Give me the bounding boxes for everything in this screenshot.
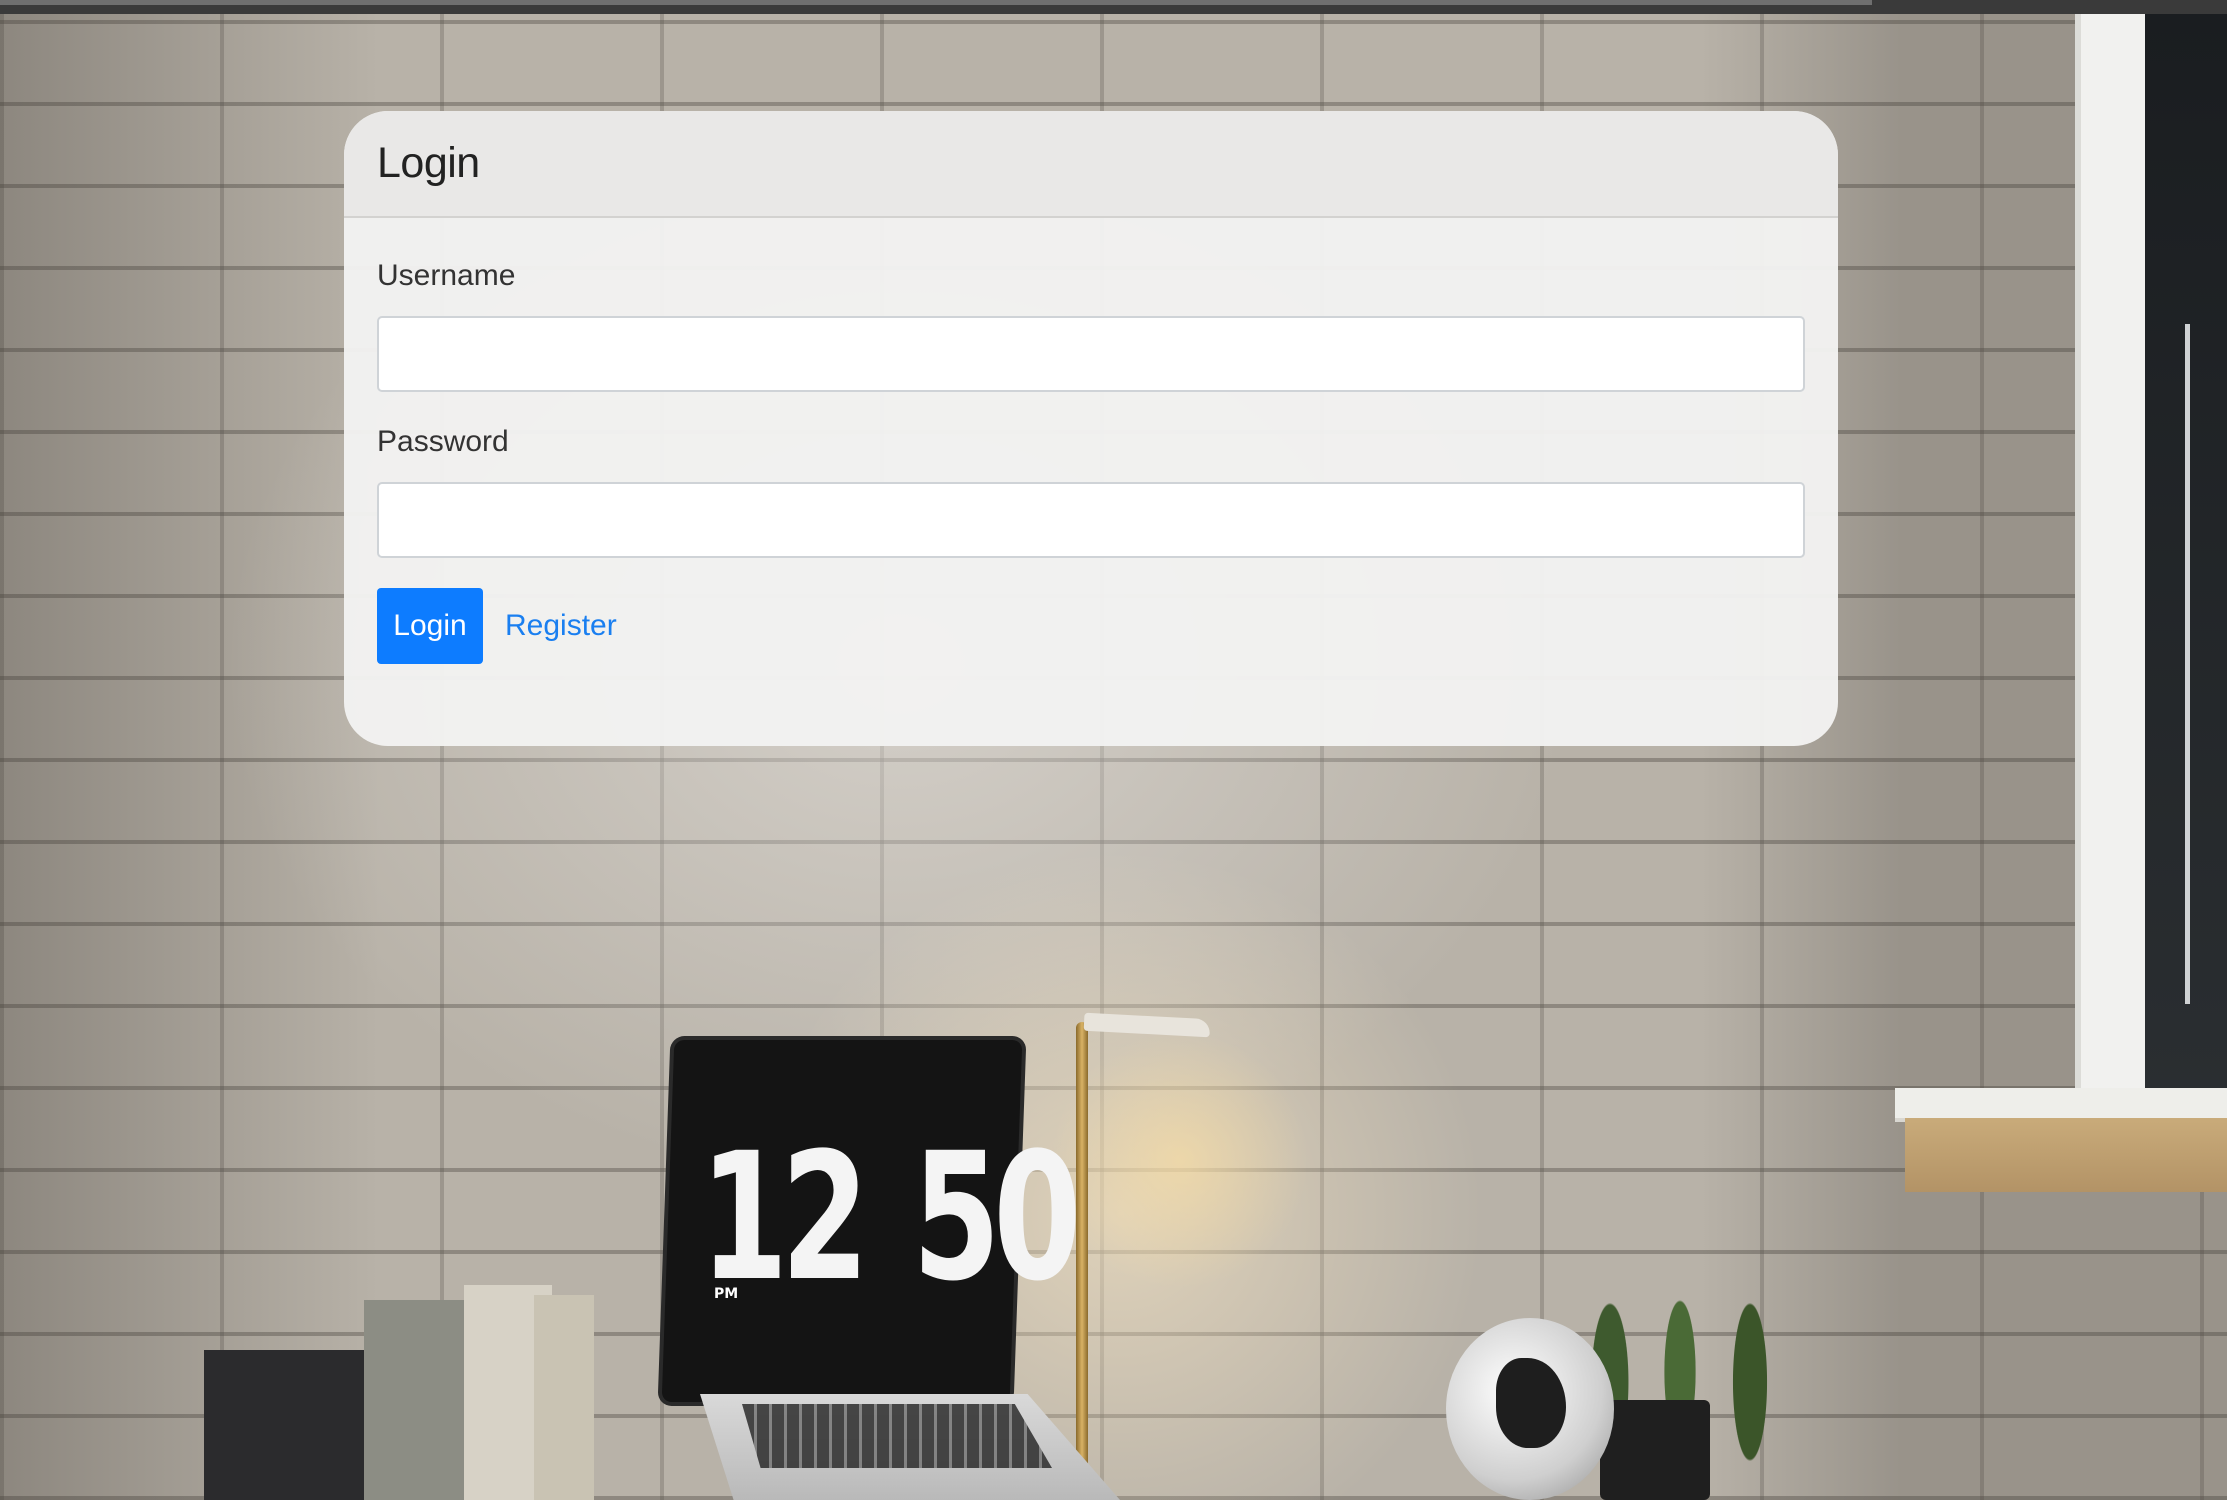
form-actions: Login Register	[377, 588, 1805, 664]
wooden-shelf	[1905, 1118, 2227, 1192]
book	[204, 1350, 384, 1500]
clock-minutes: 50	[912, 1115, 1081, 1320]
password-input[interactable]	[377, 482, 1805, 558]
login-card: Login Username Password Login Register	[344, 111, 1838, 746]
laptop-keyboard	[742, 1404, 1052, 1468]
browser-top-bar	[0, 0, 2227, 14]
login-screen: 12 50 PM Login Username Password Login Re…	[0, 0, 2227, 1500]
plant-pot	[1600, 1400, 1710, 1500]
password-label: Password	[377, 425, 509, 458]
register-link[interactable]: Register	[505, 609, 617, 643]
card-header: Login	[344, 111, 1838, 218]
clock-period: PM	[714, 1286, 739, 1302]
book	[534, 1295, 594, 1500]
window-glass	[2145, 14, 2227, 1094]
username-input[interactable]	[377, 316, 1805, 392]
book-stack	[204, 1282, 594, 1500]
card-title: Login	[377, 139, 480, 187]
lamp-glow	[1050, 1030, 1310, 1290]
username-label: Username	[377, 259, 516, 292]
login-button[interactable]: Login	[377, 588, 483, 664]
card-body: Username Password Login Register	[344, 218, 1838, 664]
window-sill	[1895, 1088, 2227, 1118]
desk-lamp-pole	[1076, 1022, 1088, 1500]
desk-globe	[1446, 1318, 1614, 1500]
